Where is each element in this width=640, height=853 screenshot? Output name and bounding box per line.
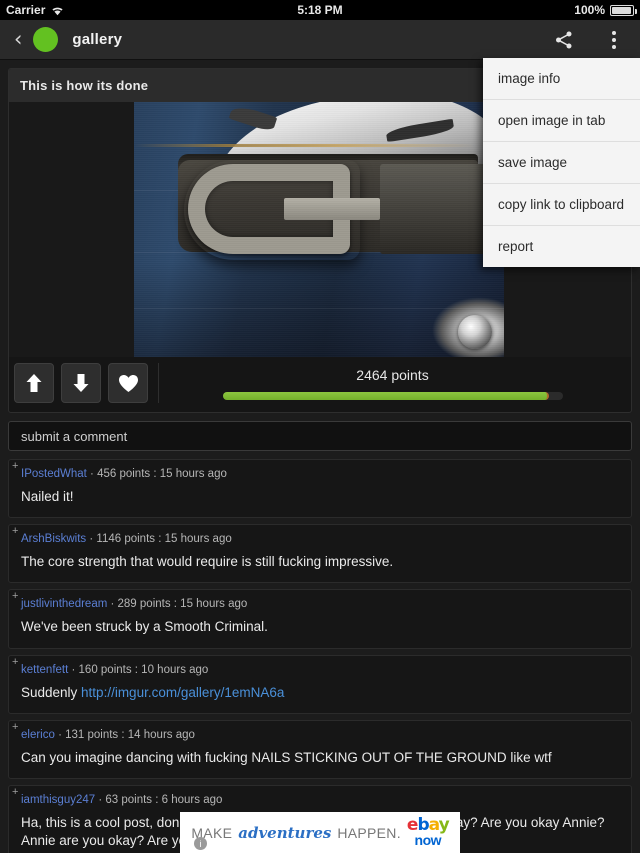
comment-username[interactable]: IPostedWhat <box>21 468 87 480</box>
battery-percent-label: 100% <box>574 3 605 17</box>
menu-item-copy-link-to-clipboard[interactable]: copy link to clipboard <box>483 184 640 226</box>
downvote-button[interactable] <box>61 363 101 403</box>
comment-body: We've been struck by a Smooth Criminal. <box>21 618 619 636</box>
comment-points-time: · 456 points : 15 hours ago <box>86 468 227 480</box>
menu-item-open-image-in-tab[interactable]: open image in tab <box>483 100 640 142</box>
comment-username[interactable]: kettenfett <box>21 664 68 676</box>
menu-item-save-image[interactable]: save image <box>483 142 640 184</box>
comment-body: The core strength that would require is … <box>21 553 619 571</box>
status-bar-right: 100% <box>574 3 637 17</box>
submit-comment-input[interactable]: submit a comment <box>8 421 632 451</box>
page-title: gallery <box>72 31 123 48</box>
battery-icon <box>610 4 637 16</box>
points-area: 2464 points <box>158 363 626 403</box>
comment-username[interactable]: iamthisguy247 <box>21 794 95 806</box>
comment-item[interactable]: + justlivinthedream · 289 points : 15 hou… <box>8 589 632 649</box>
ad-text-script: adventures <box>238 823 332 842</box>
upvote-button[interactable] <box>14 363 54 403</box>
comment-meta: elerico · 131 points : 14 hours ago <box>21 729 619 741</box>
status-bar-clock: 5:18 PM <box>297 3 343 17</box>
comment-item[interactable]: + ArshBiskwits · 1146 points : 15 hours a… <box>8 524 632 584</box>
menu-item-report[interactable]: report <box>483 226 640 267</box>
comment-item[interactable]: + IPostedWhat · 456 points : 15 hours ago… <box>8 459 632 519</box>
comment-link[interactable]: http://imgur.com/gallery/1emNA6a <box>81 685 284 700</box>
comment-text: The core strength that would require is … <box>21 554 394 570</box>
comment-expand-icon[interactable]: + <box>12 656 18 668</box>
action-bar-actions <box>552 28 626 52</box>
comment-item[interactable]: + kettenfett · 160 points : 10 hours ago S… <box>8 654 632 714</box>
comment-item[interactable]: + elerico · 131 points : 14 hours ago Can … <box>8 719 632 780</box>
ad-text-after: HAPPEN. <box>337 824 401 841</box>
comment-expand-icon[interactable]: + <box>12 461 18 472</box>
favorite-button[interactable] <box>108 363 148 403</box>
comment-username[interactable]: elerico <box>21 729 55 741</box>
carrier-label: Carrier <box>6 3 46 17</box>
up-arrow-icon <box>26 374 42 392</box>
overflow-dropdown-menu[interactable]: image info open image in tab save image cop… <box>483 58 640 267</box>
score-bar-fill <box>222 391 549 400</box>
comment-text: Nailed it! <box>21 489 74 504</box>
comment-meta: kettenfett · 160 points : 10 hours ago <box>21 664 619 676</box>
comment-meta: IPostedWhat · 456 points : 15 hours ago <box>21 468 619 480</box>
comment-body: Nailed it! <box>21 488 619 506</box>
vote-row: 2464 points <box>9 357 631 412</box>
comment-body: Can you imagine dancing with fucking NAI… <box>21 749 619 767</box>
comment-points-time: · 131 points : 14 hours ago <box>54 728 195 741</box>
overflow-menu-icon[interactable] <box>602 28 626 52</box>
menu-item-image-info[interactable]: image info <box>483 58 640 100</box>
comment-text: Suddenly <box>21 684 82 700</box>
comment-points-time: · 160 points : 10 hours ago <box>68 663 209 676</box>
comment-points-time: · 289 points : 15 hours ago <box>107 598 248 611</box>
comment-expand-icon[interactable]: + <box>12 526 18 537</box>
app-root: Carrier 5:18 PM 100% ‹ gallery This is h… <box>0 0 640 853</box>
comment-text: We've been struck by a Smooth Criminal. <box>21 619 268 635</box>
points-label: 2464 points <box>356 366 429 383</box>
share-icon[interactable] <box>552 28 576 52</box>
ebay-now-label: now <box>414 831 442 848</box>
action-bar: ‹ gallery <box>0 20 640 60</box>
comment-expand-icon[interactable]: + <box>12 721 18 733</box>
green-circle-avatar <box>33 27 59 52</box>
comment-points-time: · 1146 points : 15 hours ago <box>86 533 232 546</box>
comment-expand-icon[interactable]: + <box>12 591 18 602</box>
submit-comment-placeholder: submit a comment <box>21 428 128 444</box>
comment-points-time: · 63 points : 6 hours ago <box>95 794 223 807</box>
comment-username[interactable]: justlivinthedream <box>21 598 107 610</box>
ebay-now-logo: ebay now <box>407 817 450 848</box>
status-bar: Carrier 5:18 PM 100% <box>0 0 640 20</box>
comment-meta: justlivinthedream · 289 points : 15 hour… <box>21 598 619 610</box>
down-arrow-icon <box>73 374 89 392</box>
comment-body: Suddenly http://imgur.com/gallery/1emNA6… <box>21 684 619 702</box>
back-chevron-icon[interactable]: ‹ <box>14 29 22 50</box>
comment-meta: ArshBiskwits · 1146 points : 15 hours ag… <box>21 533 619 545</box>
ad-banner[interactable]: MAKE adventures HAPPEN. ebay now i <box>180 812 460 853</box>
score-bar-track <box>222 391 563 400</box>
status-bar-left: Carrier <box>6 3 64 17</box>
ad-info-icon[interactable]: i <box>194 837 207 850</box>
heart-icon <box>118 374 138 392</box>
comment-username[interactable]: ArshBiskwits <box>21 533 86 545</box>
comment-meta: iamthisguy247 · 63 points : 6 hours ago <box>21 794 619 806</box>
post-photo <box>134 102 516 357</box>
comment-expand-icon[interactable]: + <box>12 787 18 798</box>
wifi-icon <box>51 5 64 16</box>
comment-text: Can you imagine dancing with fucking NAI… <box>21 749 552 765</box>
comments-list: + IPostedWhat · 456 points : 15 hours ago… <box>0 459 640 853</box>
